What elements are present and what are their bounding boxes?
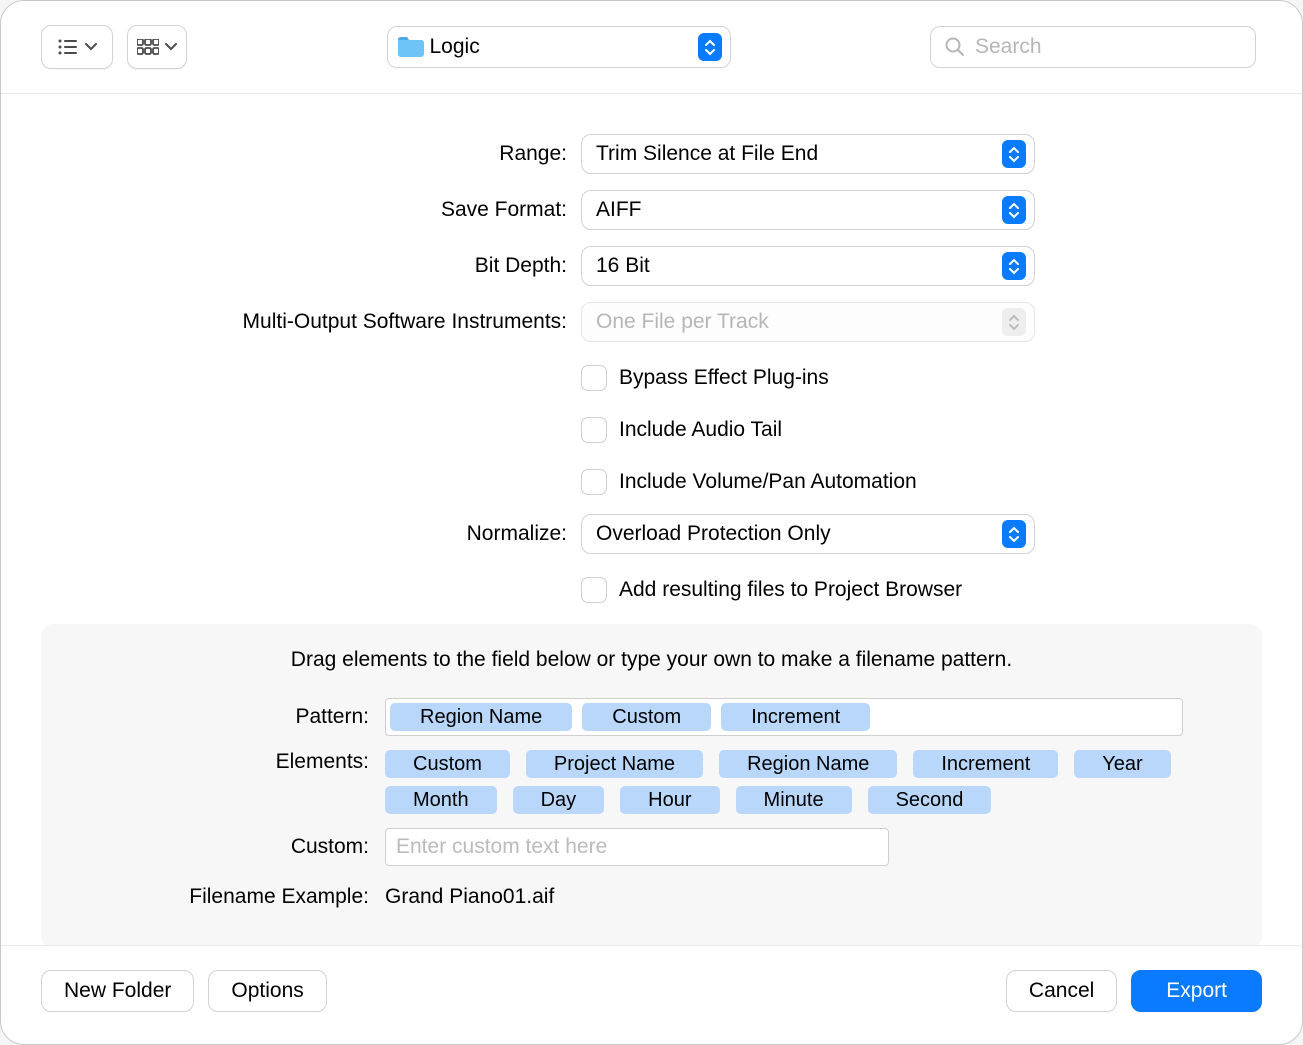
filename-pattern-panel: Drag elements to the field below or type…	[41, 624, 1262, 945]
options-button[interactable]: Options	[208, 970, 326, 1012]
search-field-wrap	[930, 26, 1256, 68]
chevron-down-icon	[165, 43, 177, 51]
list-icon	[57, 39, 79, 55]
include-tail-checkbox[interactable]	[581, 417, 607, 443]
pattern-label: Pattern:	[73, 705, 385, 729]
pattern-field[interactable]: Region Name Custom Increment	[385, 698, 1183, 736]
range-label: Range:	[41, 142, 581, 166]
normalize-popup[interactable]: Overload Protection Only	[581, 514, 1035, 554]
element-tag[interactable]: Day	[513, 786, 605, 814]
range-popup[interactable]: Trim Silence at File End	[581, 134, 1035, 174]
updown-icon	[1002, 520, 1026, 548]
panel-instruction: Drag elements to the field below or type…	[73, 648, 1230, 672]
element-tag[interactable]: Month	[385, 786, 497, 814]
export-button[interactable]: Export	[1131, 970, 1262, 1012]
bit-depth-value: 16 Bit	[596, 254, 1002, 278]
example-label: Filename Example:	[73, 885, 385, 909]
search-icon	[945, 37, 965, 57]
save-format-label: Save Format:	[41, 198, 581, 222]
normalize-label: Normalize:	[41, 522, 581, 546]
bypass-label: Bypass Effect Plug-ins	[619, 366, 829, 390]
multi-output-value: One File per Track	[596, 310, 1002, 334]
updown-icon	[1002, 252, 1026, 280]
pattern-tag[interactable]: Region Name	[390, 703, 572, 731]
element-tag[interactable]: Second	[868, 786, 992, 814]
elements-palette: Custom Project Name Region Name Incremen…	[385, 750, 1183, 814]
location-popup[interactable]: Logic	[387, 26, 731, 68]
normalize-value: Overload Protection Only	[596, 522, 1002, 546]
element-tag[interactable]: Region Name	[719, 750, 897, 778]
new-folder-button[interactable]: New Folder	[41, 970, 194, 1012]
element-tag[interactable]: Project Name	[526, 750, 703, 778]
bit-depth-popup[interactable]: 16 Bit	[581, 246, 1035, 286]
include-automation-label: Include Volume/Pan Automation	[619, 470, 917, 494]
save-format-popup[interactable]: AIFF	[581, 190, 1035, 230]
save-format-value: AIFF	[596, 198, 1002, 222]
sidebar-view-button[interactable]	[41, 25, 113, 69]
pattern-tag[interactable]: Increment	[721, 703, 870, 731]
range-value: Trim Silence at File End	[596, 142, 1002, 166]
add-to-browser-checkbox[interactable]	[581, 577, 607, 603]
grid-icon	[137, 39, 159, 55]
include-tail-label: Include Audio Tail	[619, 418, 782, 442]
filename-example-value: Grand Piano01.aif	[385, 885, 554, 908]
elements-label: Elements:	[73, 750, 385, 774]
element-tag[interactable]: Hour	[620, 786, 719, 814]
multi-output-popup: One File per Track	[581, 302, 1035, 342]
custom-text-input[interactable]	[385, 828, 889, 866]
element-tag[interactable]: Increment	[913, 750, 1058, 778]
folder-icon	[396, 36, 424, 58]
footer: New Folder Options Cancel Export	[1, 945, 1302, 1044]
custom-label: Custom:	[73, 835, 385, 859]
updown-icon	[1002, 140, 1026, 168]
updown-icon	[1002, 308, 1026, 336]
location-name: Logic	[430, 35, 480, 59]
export-dialog: Logic Range: Trim Silence at File End	[0, 0, 1303, 1045]
cancel-button[interactable]: Cancel	[1006, 970, 1117, 1012]
element-tag[interactable]: Minute	[736, 786, 852, 814]
bypass-checkbox[interactable]	[581, 365, 607, 391]
multi-output-label: Multi-Output Software Instruments:	[41, 310, 581, 334]
element-tag[interactable]: Custom	[385, 750, 510, 778]
bit-depth-label: Bit Depth:	[41, 254, 581, 278]
updown-icon	[1002, 196, 1026, 224]
search-input[interactable]	[973, 34, 1248, 60]
toolbar: Logic	[1, 1, 1302, 93]
grouping-button[interactable]	[127, 25, 187, 69]
add-to-browser-label: Add resulting files to Project Browser	[619, 578, 962, 602]
updown-icon	[698, 33, 722, 61]
include-automation-checkbox[interactable]	[581, 469, 607, 495]
chevron-down-icon	[85, 43, 97, 51]
pattern-tag[interactable]: Custom	[582, 703, 711, 731]
element-tag[interactable]: Year	[1074, 750, 1170, 778]
content: Range: Trim Silence at File End Save For…	[1, 94, 1302, 945]
